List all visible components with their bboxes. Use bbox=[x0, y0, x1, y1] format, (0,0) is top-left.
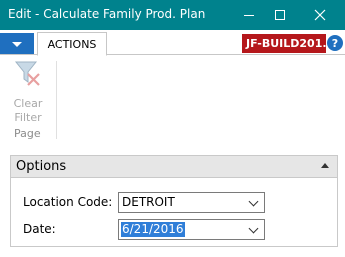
tab-actions[interactable]: ACTIONS bbox=[37, 32, 107, 56]
ribbon-group-label-page: Page bbox=[14, 127, 41, 140]
close-button[interactable] bbox=[303, 0, 337, 30]
title-bar: Edit - Calculate Family Prod. Plan bbox=[0, 0, 345, 30]
chevron-down-icon[interactable] bbox=[248, 223, 259, 234]
location-code-label: Location Code: bbox=[23, 195, 113, 209]
help-icon: ? bbox=[331, 36, 339, 50]
date-field[interactable]: 6/21/2016 bbox=[118, 219, 265, 240]
clear-filter-label-line2: Filter bbox=[14, 111, 42, 124]
chevron-down-icon bbox=[12, 41, 22, 47]
ribbon: Clear Filter Page bbox=[0, 55, 345, 145]
maximize-icon bbox=[275, 10, 285, 20]
application-menu-button[interactable] bbox=[0, 33, 34, 55]
date-label: Date: bbox=[23, 222, 56, 236]
company-badge[interactable]: JF-BUILD201... bbox=[242, 34, 326, 53]
clear-filter-icon bbox=[14, 61, 40, 86]
maximize-button[interactable] bbox=[263, 0, 297, 30]
minimize-button[interactable] bbox=[232, 0, 266, 30]
chevron-down-icon[interactable] bbox=[248, 196, 259, 207]
location-code-field[interactable]: DETROIT bbox=[118, 192, 265, 213]
collapse-icon[interactable] bbox=[321, 163, 329, 168]
minimize-icon bbox=[244, 14, 254, 16]
clear-filter-button[interactable]: Clear Filter bbox=[6, 59, 50, 124]
options-fasttab: Options Location Code: DETROIT Date: 6/2… bbox=[10, 155, 338, 247]
date-value: 6/21/2016 bbox=[121, 222, 185, 237]
close-icon bbox=[314, 9, 326, 21]
options-header[interactable]: Options bbox=[11, 156, 337, 178]
options-title: Options bbox=[16, 159, 67, 174]
clear-filter-label: Clear Filter bbox=[6, 97, 50, 125]
ribbon-group-divider bbox=[56, 61, 57, 139]
location-code-value: DETROIT bbox=[122, 195, 175, 209]
help-button[interactable]: ? bbox=[327, 35, 343, 51]
clear-filter-label-line1: Clear bbox=[13, 97, 43, 110]
window-title: Edit - Calculate Family Prod. Plan bbox=[8, 7, 206, 21]
